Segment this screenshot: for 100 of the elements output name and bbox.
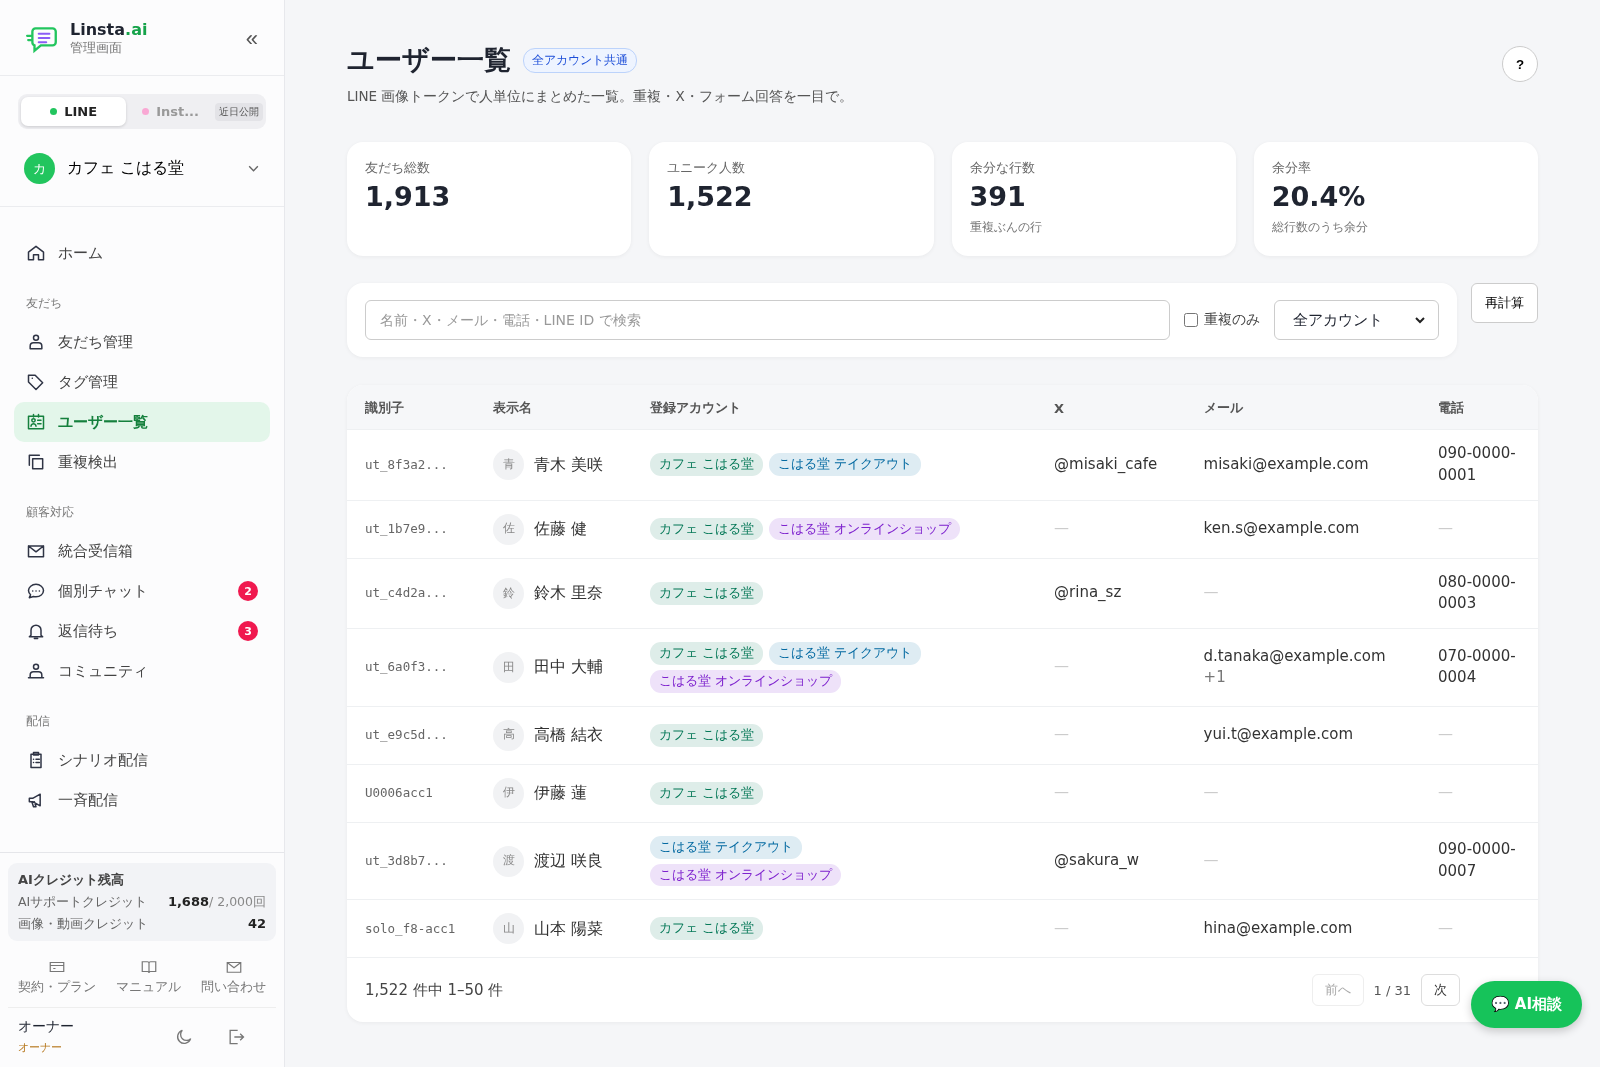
avatar-initial: 鈴 [493,577,524,609]
coming-soon-badge: 近日公開 [215,102,263,121]
avatar-initial: 青 [493,449,524,481]
phone-cell: 070-0000-0004 [1420,628,1538,707]
account-tag: カフェ こはる堂 [649,723,763,747]
x-handle-cell: — [1036,500,1186,558]
nav-item[interactable]: ユーザー一覧 [14,402,270,442]
brand-subtitle: 管理画面 [70,39,123,57]
collapse-sidebar-button[interactable]: « [241,25,262,52]
account-tag: カフェ こはる堂 [649,453,763,477]
x-handle-cell: @sakura_w [1036,822,1186,900]
nav-item[interactable]: 統合受信箱 [14,531,270,571]
phone-cell: 090-0000-0001 [1420,429,1538,500]
x-handle-cell: — [1036,706,1186,765]
extra-email-count: +1 [1203,668,1226,687]
credit-value: 42 [247,916,266,933]
account-tag: こはる堂 オンラインショップ [649,863,841,887]
display-name: 鈴木 里奈 [534,583,603,604]
page-description: LINE 画像トークンで人単位にまとめた一覧。重複・X・フォーム回答を一目で。 [347,88,853,106]
account-tag: カフェ こはる堂 [649,581,763,605]
stat-note: 総行数のうち余分 [1271,219,1369,236]
phone-cell: — [1420,500,1538,558]
caret-icon [1414,314,1426,326]
duplicates-only-checkbox[interactable] [1184,313,1198,327]
phone-cell: — [1420,764,1538,823]
email-cell: hina@example.com [1203,919,1353,937]
identifier-cell: ut_1b7e9... [347,500,475,558]
person-icon [26,332,46,352]
email-cell: — [1203,783,1219,802]
brand-name: Linsta.ai [70,20,149,39]
account-tag: こはる堂 オンラインショップ [649,669,841,693]
account-dropdown[interactable]: 全アカウント [1274,300,1439,340]
display-name: 伊藤 蓮 [534,782,587,804]
credit-label: 画像・動画クレジット [18,916,148,933]
user-role: オーナー [18,1040,63,1055]
unread-count-badge: 3 [238,621,258,641]
credit-value: 1,688/ 2,000回 [167,894,266,911]
credit-label: AIサポートクレジット [18,894,148,911]
next-page-button[interactable]: 次 [1421,974,1460,1007]
credits-title: AIクレジット残高 [18,871,125,889]
email-cell: — [1203,583,1219,602]
nav-item[interactable]: 友だち管理 [14,322,270,362]
identifier-cell: ut_e9c5d... [347,706,475,765]
avatar-initial: 田 [493,651,524,683]
stat-value: 1,913 [365,181,452,212]
nav-section-heading: 友だち [25,295,63,312]
account-tag: カフェ こはる堂 [649,917,763,941]
column-header: 登録アカウント [631,385,1037,430]
nav-item[interactable]: 返信待ち 3 [14,611,270,651]
x-handle-cell: @misaki_cafe [1036,429,1186,500]
help-button[interactable]: ? [1502,46,1538,82]
user-name: オーナー [18,1018,75,1036]
column-header: 電話 [1420,385,1538,430]
identifier-cell: solo_f8-acc1 [347,899,475,958]
unread-count-badge: 2 [238,581,258,601]
display-name: 田中 大輔 [534,657,603,679]
nav-item[interactable]: 重複検出 [14,442,270,482]
stat-value: 20.4% [1271,181,1367,212]
stat-label: ユニーク人数 [667,159,747,177]
page-indicator: 1 / 31 [1373,982,1411,998]
email-cell: yui.t@example.com [1203,725,1354,744]
tag-icon [26,372,46,392]
nav-item[interactable]: 個別チャット 2 [14,571,270,611]
display-name: 山本 陽菜 [534,918,603,940]
page-title: ユーザー一覧 [347,43,511,77]
recalculate-button[interactable]: 再計算 [1471,283,1538,323]
account-tag: カフェ こはる堂 [649,781,763,805]
email-cell: — [1203,851,1219,870]
account-tag: こはる堂 テイクアウト [649,835,802,859]
phone-cell: — [1420,899,1538,958]
nav-section-heading: 顧客対応 [25,504,75,521]
checkbox-label: 重複のみ [1204,311,1260,329]
search-field[interactable]: 名前・X・メール・電話・LINE ID で検索 [365,300,1170,340]
identifier-cell: U0006acc1 [347,764,475,823]
phone-cell: 080-0000-0003 [1420,558,1538,629]
x-handle-cell: — [1036,764,1186,823]
column-header: 表示名 [475,385,632,430]
channel-tab[interactable]: LINE [21,97,127,126]
stat-label: 友だち総数 [365,159,431,177]
account-tag: こはる堂 テイクアウト [769,453,922,477]
email-cell: ken.s@example.com [1203,519,1360,538]
nav-item[interactable]: 一斉配信 [14,780,270,820]
column-header: 識別子 [347,385,475,430]
nav-item[interactable]: シナリオ配信 [14,740,270,780]
footer-link[interactable]: 契約・プラン [12,957,102,997]
stat-label: 余分率 [1271,159,1312,177]
account-selector[interactable]: カ カフェ こはる堂 [18,153,266,184]
identifier-cell: ut_6a0f3... [347,628,475,707]
scope-badge: 全アカウント共通 [523,47,637,73]
avatar-initial: 伊 [493,777,524,809]
avatar-initial: 高 [493,719,524,751]
nav-item[interactable]: コミュニティ [14,651,270,691]
nav-item[interactable]: ホーム [14,233,270,273]
nav-item[interactable]: タグ管理 [14,362,270,402]
identifier-cell: ut_8f3a2... [347,429,475,500]
footer-link[interactable]: 問い合わせ [195,957,272,997]
copy-icon [26,452,46,472]
footer-link[interactable]: マニュアル [110,957,187,997]
avatar-initial: 佐 [493,513,524,545]
avatar-initial: 渡 [493,845,524,877]
